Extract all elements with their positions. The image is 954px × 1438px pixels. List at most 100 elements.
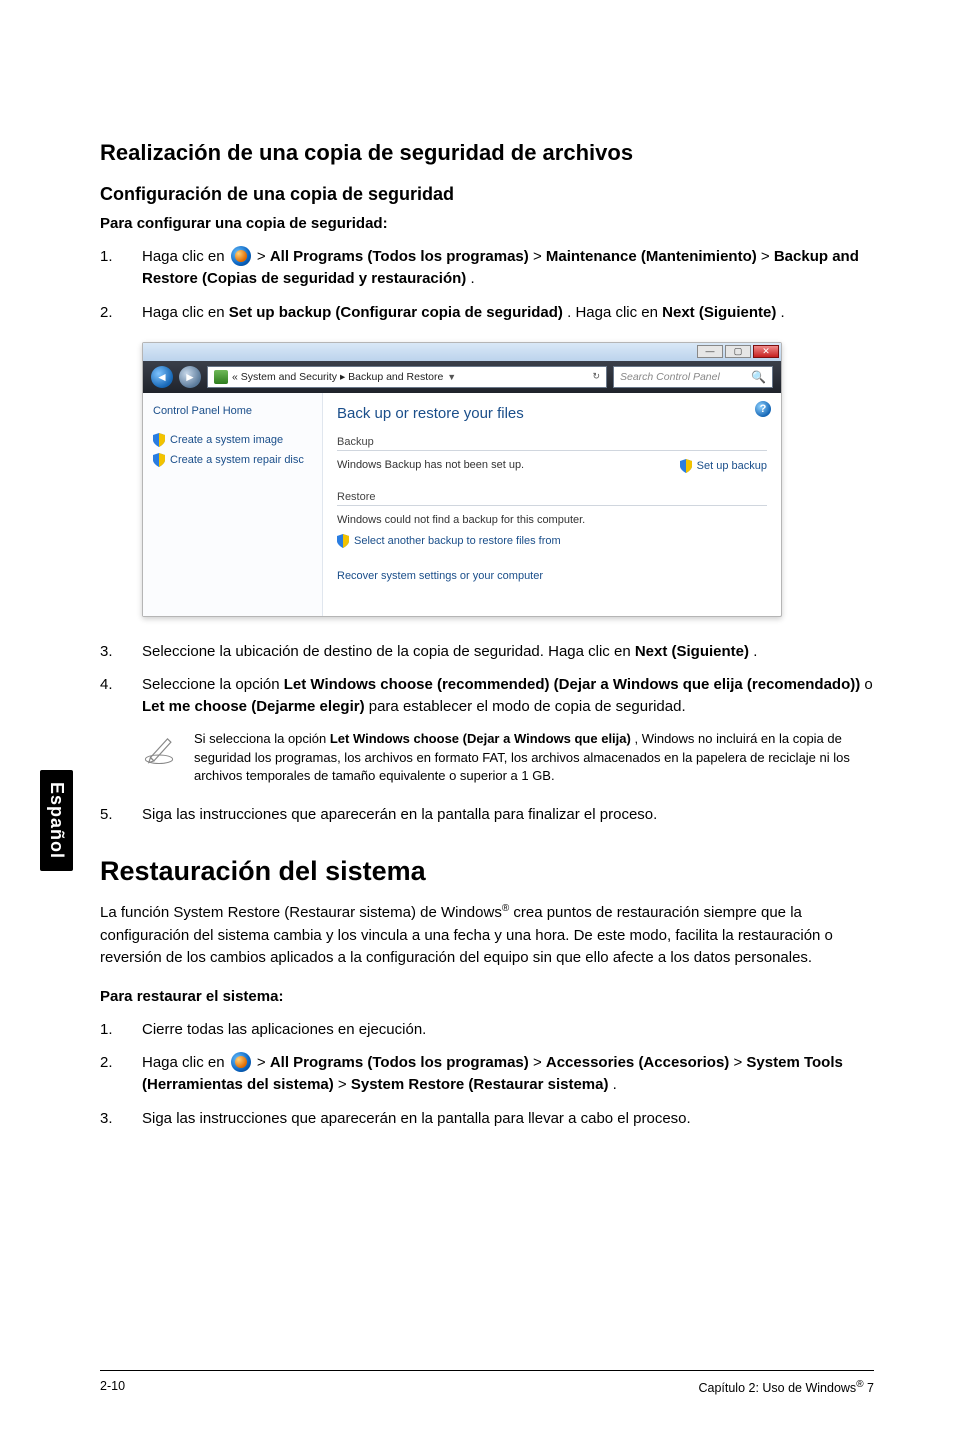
step-number: 1. [100,1019,142,1041]
text: . [470,270,474,287]
shield-icon [153,433,165,447]
breadcrumb-text: « System and Security ▸ Backup and Resto… [232,371,443,383]
text: Haga clic en [142,1054,229,1071]
text: Haga clic en [142,248,229,265]
text: para establecer el modo de copia de segu… [369,698,686,715]
restore-status-text: Windows could not find a backup for this… [337,514,767,526]
text: o [864,676,872,693]
text: > [257,248,270,265]
text: > [533,248,546,265]
group-restore-label: Restore [337,491,767,503]
note-icon [142,730,176,771]
step-number: 2. [100,1052,142,1096]
step-number: 1. [100,246,142,290]
control-panel-home-link[interactable]: Control Panel Home [153,405,312,417]
bold: System Restore (Restaurar sistema) [351,1076,609,1093]
step-body: Haga clic en Set up backup (Configurar c… [142,302,874,324]
window-titlebar: — ▢ ✕ [143,343,781,361]
group-backup-label: Backup [337,436,767,448]
step-3: 3. Seleccione la ubicación de destino de… [100,641,874,663]
setup-backup-link[interactable]: Set up backup [680,459,767,473]
text: Si selecciona la opción [194,731,330,746]
bold: Next (Siguiente) [662,304,776,321]
window-minimize-button[interactable]: — [697,345,723,358]
sidebar: Control Panel Home Create a system image… [143,393,323,616]
steps-restore: 1. Cierre todas las aplicaciones en ejec… [100,1019,874,1130]
window-close-button[interactable]: ✕ [753,345,779,358]
select-another-backup-link[interactable]: Select another backup to restore files f… [337,534,767,548]
start-orb-icon [231,1052,251,1072]
step-number: 5. [100,804,142,826]
heading-restore: Restauración del sistema [100,856,874,887]
bold: Maintenance (Mantenimiento) [546,248,757,265]
text: > [733,1054,746,1071]
nav-back-button[interactable]: ◄ [151,366,173,388]
step-number: 3. [100,641,142,663]
refresh-icon[interactable]: ↻ [592,371,600,382]
heading-backup-files: Realización de una copia de seguridad de… [100,140,874,166]
text: > [533,1054,546,1071]
steps-config-end: 5. Siga las instrucciones que aparecerán… [100,804,874,826]
text: . Haga clic en [567,304,662,321]
text: . [753,643,757,660]
step-r2: 2. Haga clic en > All Programs (Todos lo… [100,1052,874,1096]
step-r1: 1. Cierre todas las aplicaciones en ejec… [100,1019,874,1041]
link-text: Select another backup to restore files f… [354,535,561,547]
search-input[interactable]: Search Control Panel 🔍 [613,366,773,388]
step-body: Seleccione la ubicación de destino de la… [142,641,874,663]
restore-paragraph: La función System Restore (Restaurar sis… [100,901,874,970]
step-body: Seleccione la opción Let Windows choose … [142,674,874,718]
step-r3: 3. Siga las instrucciones que aparecerán… [100,1108,874,1130]
text: Capítulo 2: Uso de Windows [698,1381,856,1395]
step-number: 2. [100,302,142,324]
text: Seleccione la ubicación de destino de la… [142,643,635,660]
heading-config: Configuración de una copia de seguridad [100,184,874,205]
text: . [781,304,785,321]
bold: Let Windows choose (Dejar a Windows que … [330,731,631,746]
search-icon: 🔍 [751,370,766,384]
text: La función System Restore (Restaurar sis… [100,904,502,921]
backup-status-text: Windows Backup has not been set up. [337,459,524,471]
step-number: 3. [100,1108,142,1130]
recover-system-link[interactable]: Recover system settings or your computer [337,570,767,582]
bold: Accessories (Accesorios) [546,1054,729,1071]
text: Seleccione la opción [142,676,284,693]
text: > [338,1076,351,1093]
group-restore: Windows could not find a backup for this… [337,505,767,604]
link-text: Create a system image [170,434,283,446]
shield-icon [337,534,349,548]
page-footer: 2-10 Capítulo 2: Uso de Windows® 7 [100,1370,874,1395]
text: > [761,248,774,265]
step-body: Cierre todas las aplicaciones en ejecuci… [142,1019,874,1041]
document-page: Realización de una copia de seguridad de… [0,0,954,1202]
create-system-image-link[interactable]: Create a system image [153,433,312,447]
main-pane: ? Back up or restore your files Backup W… [323,393,781,616]
bold: All Programs (Todos los programas) [270,248,529,265]
chevron-down-icon[interactable]: ▼ [447,372,456,382]
chapter-label: Capítulo 2: Uso de Windows® 7 [698,1379,874,1395]
step-number: 4. [100,674,142,718]
nav-forward-button[interactable]: ► [179,366,201,388]
text: Haga clic en [142,304,229,321]
note-callout: Si selecciona la opción Let Windows choo… [142,730,874,787]
help-icon[interactable]: ? [755,401,771,417]
steps-config-cont: 3. Seleccione la ubicación de destino de… [100,641,874,718]
step-body: Haga clic en > All Programs (Todos los p… [142,1052,874,1096]
shield-icon [680,459,692,473]
create-repair-disc-link[interactable]: Create a system repair disc [153,453,312,467]
breadcrumb[interactable]: « System and Security ▸ Backup and Resto… [207,366,607,388]
registered-mark: ® [856,1379,863,1390]
step-4: 4. Seleccione la opción Let Windows choo… [100,674,874,718]
window-body: Control Panel Home Create a system image… [143,393,781,616]
lead-config: Para configurar una copia de seguridad: [100,215,874,232]
text: > [257,1054,270,1071]
text: 7 [864,1381,874,1395]
lead-restore: Para restaurar el sistema: [100,988,874,1005]
bold: Let me choose (Dejarme elegir) [142,698,365,715]
window-maximize-button[interactable]: ▢ [725,345,751,358]
pane-heading: Back up or restore your files [337,405,767,422]
text: . [613,1076,617,1093]
link-text: Create a system repair disc [170,454,304,466]
link-text: Set up backup [697,460,767,472]
start-orb-icon [231,246,251,266]
